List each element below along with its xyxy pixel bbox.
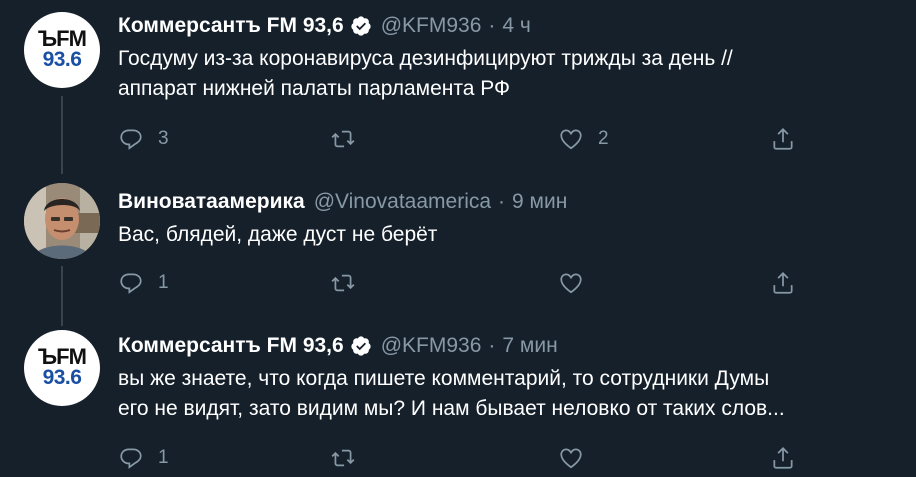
tweet-text-line: вы же знаете, что когда пишете комментар…	[118, 367, 770, 390]
tweet-actions: 1	[118, 443, 808, 473]
heart-icon	[560, 448, 582, 469]
thread-line	[61, 266, 63, 326]
like-button[interactable]	[558, 268, 598, 298]
tweet-text-line: его не видят, зато видим мы? И нам бывае…	[118, 397, 785, 420]
tweet-time[interactable]: 7 мин	[502, 334, 557, 358]
tweet-text-line: Вас, блядей, даже дуст не берёт	[118, 223, 438, 246]
retweet-icon	[331, 130, 355, 148]
retweet-button[interactable]	[330, 443, 370, 473]
tweet-thread: ЪFM 93.6 Коммерсантъ FM 93,6 @KFM936 · 4…	[0, 0, 916, 477]
like-button[interactable]	[558, 443, 598, 473]
author-name[interactable]: Виноватаамерика	[118, 190, 305, 214]
reply-icon	[120, 448, 142, 469]
reply-icon	[120, 273, 142, 294]
tweet-text-line: Госдуму из-за коронавируса дезинфицируют…	[118, 47, 733, 70]
heart-icon	[560, 273, 582, 294]
like-count: 2	[598, 128, 609, 149]
reply-button[interactable]: 3	[118, 124, 169, 154]
tweet-actions: 1	[118, 268, 808, 298]
share-icon	[773, 128, 793, 150]
tweet-text: вы же знаете, что когда пишете комментар…	[118, 364, 902, 424]
tweet-actions: 3 2	[118, 124, 808, 154]
verified-badge-icon	[351, 16, 371, 36]
reply-count: 1	[158, 447, 169, 468]
reply-count: 3	[158, 128, 169, 149]
share-icon	[773, 272, 793, 294]
tweet-header: Виноватаамерика @Vinovataamerica · 9 мин	[118, 188, 902, 216]
avatar[interactable]: ЪFM 93.6	[24, 12, 100, 88]
share-button[interactable]	[770, 124, 796, 154]
avatar-logo-number: 93.6	[42, 366, 82, 389]
tweet-time[interactable]: 9 мин	[512, 190, 567, 214]
retweet-button[interactable]	[330, 268, 370, 298]
separator: ·	[488, 334, 496, 357]
tweet-text-line: аппарат нижней палаты парламента РФ	[118, 77, 511, 100]
author-name[interactable]: Коммерсантъ FM 93,6	[118, 334, 344, 358]
author-handle[interactable]: @KFM936	[381, 334, 482, 358]
tweet-text: Вас, блядей, даже дуст не берёт	[118, 220, 902, 250]
author-handle[interactable]: @Vinovataamerica	[314, 190, 491, 214]
retweet-button[interactable]	[330, 124, 370, 154]
tweet-content: Виноватаамерика @Vinovataamerica · 9 мин…	[118, 188, 902, 250]
share-button[interactable]	[770, 268, 796, 298]
tweet-header: Коммерсантъ FM 93,6 @KFM936 · 4 ч	[118, 12, 902, 40]
like-button[interactable]: 2	[558, 124, 609, 154]
tweet-text: Госдуму из-за коронавируса дезинфицируют…	[118, 44, 902, 104]
reply-button[interactable]: 1	[118, 443, 169, 473]
retweet-icon	[331, 449, 355, 467]
tweet-time[interactable]: 4 ч	[502, 14, 530, 38]
heart-icon	[560, 129, 582, 150]
tweet-header: Коммерсантъ FM 93,6 @KFM936 · 7 мин	[118, 332, 902, 360]
reply-count: 1	[158, 272, 169, 293]
thread-line	[61, 96, 63, 174]
author-name[interactable]: Коммерсантъ FM 93,6	[118, 14, 344, 38]
reply-icon	[120, 129, 142, 150]
avatar[interactable]	[24, 183, 100, 259]
separator: ·	[488, 14, 496, 37]
tweet-content: Коммерсантъ FM 93,6 @KFM936 · 4 ч Госдум…	[118, 12, 902, 104]
avatar-photo-image	[24, 183, 100, 259]
reply-button[interactable]: 1	[118, 268, 169, 298]
tweet-content: Коммерсантъ FM 93,6 @KFM936 · 7 мин вы ж…	[118, 332, 902, 424]
separator: ·	[498, 190, 506, 213]
share-icon	[773, 447, 793, 469]
retweet-icon	[331, 274, 355, 292]
share-button[interactable]	[770, 443, 796, 473]
avatar-logo-number: 93.6	[42, 48, 82, 71]
verified-badge-icon	[351, 336, 371, 356]
author-handle[interactable]: @KFM936	[381, 14, 482, 38]
avatar[interactable]: ЪFM 93.6	[24, 330, 100, 406]
